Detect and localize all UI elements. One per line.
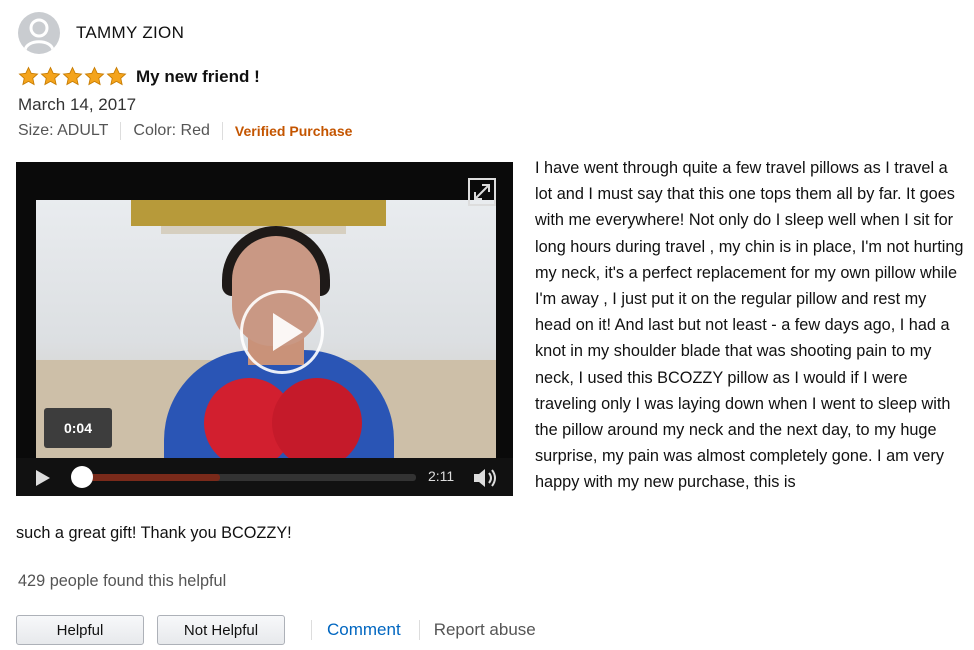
avatar-person-icon [23, 18, 55, 51]
buffered-progress [72, 474, 220, 481]
reviewer-name[interactable]: TAMMY ZION [76, 23, 184, 43]
review-actions: Helpful Not Helpful Comment Report abuse [16, 615, 536, 645]
volume-icon[interactable] [472, 467, 500, 489]
report-abuse-link[interactable]: Report abuse [434, 620, 536, 640]
current-time-tooltip: 0:04 [44, 408, 112, 448]
size-label: Size: ADULT [18, 122, 109, 139]
fullscreen-button[interactable] [468, 178, 496, 206]
not-helpful-button[interactable]: Not Helpful [157, 615, 285, 645]
video-duration: 2:11 [428, 468, 455, 484]
star-icon [62, 66, 83, 86]
expand-icon [474, 184, 490, 200]
seek-handle[interactable] [71, 466, 94, 488]
verified-purchase-badge[interactable]: Verified Purchase [235, 123, 353, 139]
color-label: Color: Red [133, 122, 210, 139]
comment-link[interactable]: Comment [327, 620, 401, 640]
big-play-icon[interactable] [273, 313, 303, 351]
play-icon[interactable] [34, 469, 52, 487]
review-meta: Size: ADULT Color: Red Verified Purchase [18, 122, 352, 140]
helpful-count: 429 people found this helpful [18, 572, 227, 590]
video-player[interactable]: 0:04 2:11 [16, 162, 513, 496]
divider [120, 122, 122, 140]
star-icon [84, 66, 105, 86]
star-icon [106, 66, 127, 86]
video-scene-detail [131, 200, 386, 226]
video-controls: 2:11 [16, 458, 513, 496]
divider [418, 620, 420, 640]
review-title[interactable]: My new friend ! [136, 67, 260, 87]
seek-bar[interactable] [72, 474, 416, 481]
star-icon [18, 66, 39, 86]
divider [221, 122, 223, 140]
helpful-button[interactable]: Helpful [16, 615, 144, 645]
divider [311, 620, 312, 640]
star-rating[interactable] [18, 66, 128, 87]
avatar[interactable] [18, 12, 60, 54]
star-icon [40, 66, 61, 86]
review-date: March 14, 2017 [18, 95, 137, 114]
video-scene-detail [272, 378, 362, 458]
review-body: I have went through quite a few travel p… [535, 159, 964, 492]
rating-row: My new friend ! [18, 66, 260, 87]
reviewer-profile[interactable]: TAMMY ZION [18, 12, 184, 54]
review-body-continued: such a great gift! Thank you BCOZZY! [16, 524, 292, 542]
